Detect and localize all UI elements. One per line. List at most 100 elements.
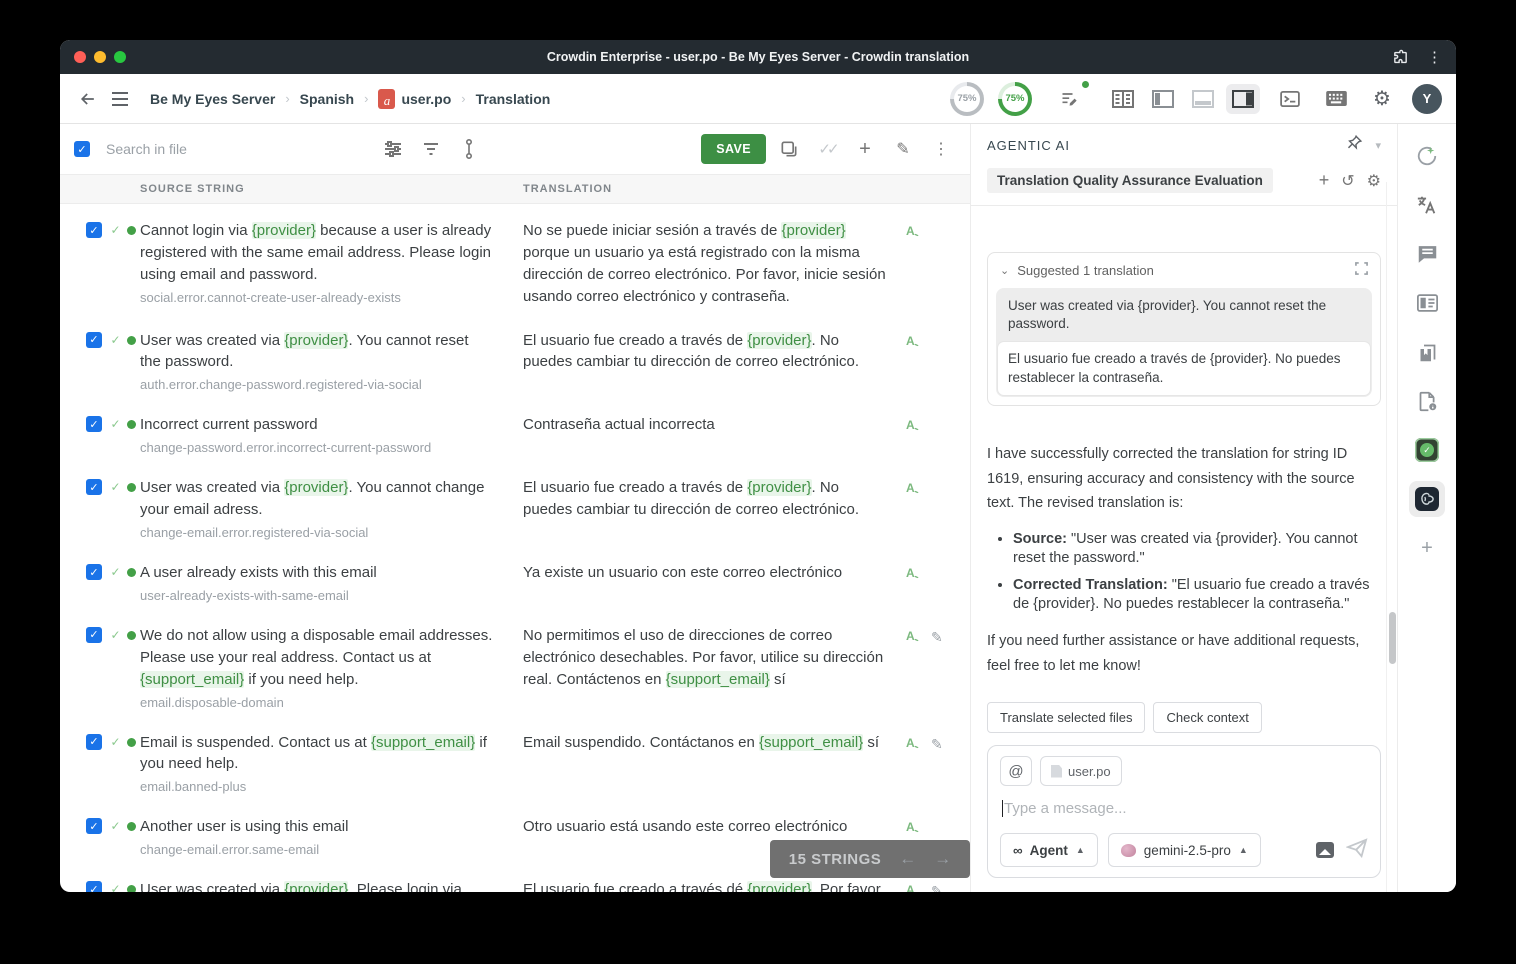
display-settings-icon[interactable] xyxy=(378,134,408,164)
console-icon[interactable] xyxy=(1274,83,1306,115)
model-dropdown[interactable]: gemini-2.5-pro ▲ xyxy=(1108,833,1261,867)
previous-page-icon[interactable]: ← xyxy=(899,849,916,869)
translated-progress-ring[interactable]: 75% xyxy=(950,82,984,116)
commit-options-icon[interactable] xyxy=(454,134,484,164)
copy-source-icon[interactable] xyxy=(774,134,804,164)
tab-qa-evaluation[interactable]: Translation Quality Assurance Evaluation xyxy=(987,168,1273,193)
breadcrumb-section[interactable]: Translation xyxy=(476,91,551,107)
string-row[interactable]: ✓✓Cannot login via {provider} because a … xyxy=(60,208,970,318)
send-message-icon[interactable] xyxy=(1346,838,1368,863)
breadcrumb-language[interactable]: Spanish xyxy=(300,91,354,107)
back-icon[interactable] xyxy=(72,83,104,115)
string-row[interactable]: ✓✓Incorrect current passwordchange-passw… xyxy=(60,402,970,465)
ai-prompts-icon[interactable] xyxy=(1409,138,1445,174)
string-row[interactable]: ✓✓User was created via {provider}. You c… xyxy=(60,465,970,550)
view-side-by-side-icon[interactable] xyxy=(1106,84,1140,114)
row-checkbox[interactable]: ✓ xyxy=(86,332,102,348)
edit-pencil-icon[interactable]: ✎ xyxy=(888,134,918,164)
spellcheck-icon[interactable]: A xyxy=(906,418,921,439)
message-input[interactable]: Type a message... xyxy=(1002,800,1366,817)
approved-progress-ring[interactable]: 75% xyxy=(998,82,1032,116)
attach-image-icon[interactable] xyxy=(1316,842,1334,858)
translation-text[interactable]: El usuario fue creado a través dé {provi… xyxy=(523,879,892,892)
check-context-button[interactable]: Check context xyxy=(1153,702,1261,733)
row-checkbox[interactable]: ✓ xyxy=(86,734,102,750)
view-left-panel-icon[interactable] xyxy=(1146,84,1180,114)
translation-text[interactable]: El usuario fue creado a través de {provi… xyxy=(523,330,892,374)
user-avatar[interactable]: Y xyxy=(1412,84,1442,114)
view-bottom-panel-icon[interactable] xyxy=(1186,84,1220,114)
string-row[interactable]: ✓✓A user already exists with this emailu… xyxy=(60,550,970,613)
chat-scroll-area[interactable]: ⌄ Suggested 1 translation User was creat… xyxy=(971,206,1397,692)
extensions-icon[interactable] xyxy=(1389,46,1411,68)
string-row[interactable]: ✓✓We do not allow using a disposable ema… xyxy=(60,613,970,720)
drafts-icon[interactable] xyxy=(1054,83,1086,115)
history-icon[interactable]: ↺ xyxy=(1341,171,1354,191)
save-button[interactable]: SAVE xyxy=(701,134,766,164)
message-composer[interactable]: @ user.po Type a message... ∞ Agent xyxy=(987,745,1381,878)
file-info-icon[interactable] xyxy=(1409,383,1445,419)
keyboard-shortcuts-icon[interactable] xyxy=(1320,83,1352,115)
agentic-ai-app-icon[interactable] xyxy=(1409,481,1445,517)
new-chat-icon[interactable]: + xyxy=(1319,170,1330,191)
scrollbar-thumb[interactable] xyxy=(1389,612,1396,664)
mention-button[interactable]: @ xyxy=(1000,756,1032,786)
spellcheck-icon[interactable]: A xyxy=(906,883,921,892)
filter-icon[interactable] xyxy=(416,134,446,164)
row-checkbox[interactable]: ✓ xyxy=(86,818,102,834)
maximize-window-button[interactable] xyxy=(114,51,126,63)
translation-text[interactable]: Contraseña actual incorrecta xyxy=(523,414,892,436)
settings-gear-icon[interactable]: ⚙ xyxy=(1366,83,1398,115)
view-right-panel-icon[interactable] xyxy=(1226,84,1260,114)
breadcrumb-project[interactable]: Be My Eyes Server xyxy=(150,91,275,107)
search-input[interactable] xyxy=(106,141,276,157)
spellcheck-icon[interactable]: A xyxy=(906,629,921,650)
qa-app-icon[interactable]: ✓ xyxy=(1409,432,1445,468)
spellcheck-icon[interactable]: A xyxy=(906,566,921,587)
string-row[interactable]: ✓✓User was created via {provider}. You c… xyxy=(60,318,970,403)
spellcheck-icon[interactable]: A xyxy=(906,334,921,355)
spellcheck-icon[interactable]: A xyxy=(906,224,921,245)
panel-settings-gear-icon[interactable]: ⚙ xyxy=(1367,171,1381,191)
pin-icon[interactable] xyxy=(1346,134,1363,156)
edit-pencil-icon[interactable]: ✎ xyxy=(931,629,943,646)
close-window-button[interactable] xyxy=(74,51,86,63)
translation-text[interactable]: No se puede iniciar sesión a través de {… xyxy=(523,220,892,308)
minimize-window-button[interactable] xyxy=(94,51,106,63)
expand-icon[interactable] xyxy=(1355,262,1368,278)
translation-text[interactable]: No permitimos el uso de direcciones de c… xyxy=(523,625,892,691)
attached-file-chip[interactable]: user.po xyxy=(1040,756,1122,786)
row-checkbox[interactable]: ✓ xyxy=(86,416,102,432)
context-card-icon[interactable] xyxy=(1409,285,1445,321)
glossary-pages-icon[interactable] xyxy=(1409,334,1445,370)
spellcheck-icon[interactable]: A xyxy=(906,481,921,502)
spellcheck-icon[interactable]: A xyxy=(906,736,921,757)
edit-pencil-icon[interactable]: ✎ xyxy=(931,736,943,753)
translation-text[interactable]: El usuario fue creado a través de {provi… xyxy=(523,477,892,521)
translate-selected-files-button[interactable]: Translate selected files xyxy=(987,702,1145,733)
row-checkbox[interactable]: ✓ xyxy=(86,881,102,892)
next-page-icon[interactable]: → xyxy=(934,849,951,869)
breadcrumb-file[interactable]: a user.po xyxy=(378,89,451,109)
edit-pencil-icon[interactable]: ✎ xyxy=(931,883,943,892)
row-checkbox[interactable]: ✓ xyxy=(86,222,102,238)
row-checkbox[interactable]: ✓ xyxy=(86,564,102,580)
menu-hamburger-icon[interactable] xyxy=(104,83,136,115)
translation-text[interactable]: Otro usuario está usando este correo ele… xyxy=(523,816,892,838)
collapse-panel-icon[interactable]: ▾ xyxy=(1375,139,1381,152)
panel-scrollbar[interactable] xyxy=(1386,182,1397,892)
agent-mode-dropdown[interactable]: ∞ Agent ▲ xyxy=(1000,833,1098,867)
comments-icon[interactable] xyxy=(1409,236,1445,272)
chevron-down-icon[interactable]: ⌄ xyxy=(1000,264,1009,277)
spellcheck-icon[interactable]: A xyxy=(906,820,921,841)
more-options-icon[interactable]: ⋮ xyxy=(926,134,956,164)
row-checkbox[interactable]: ✓ xyxy=(86,627,102,643)
translation-text[interactable]: Email suspendido. Contáctanos en {suppor… xyxy=(523,732,892,754)
browser-menu-icon[interactable]: ⋮ xyxy=(1427,48,1442,66)
translation-text[interactable]: Ya existe un usuario con este correo ele… xyxy=(523,562,892,584)
add-app-icon[interactable]: + xyxy=(1409,530,1445,566)
string-row[interactable]: ✓✓Email is suspended. Contact us at {sup… xyxy=(60,720,970,805)
approve-all-icon[interactable]: ✓✓ xyxy=(812,134,842,164)
select-all-checkbox[interactable]: ✓ xyxy=(74,141,90,157)
row-checkbox[interactable]: ✓ xyxy=(86,479,102,495)
